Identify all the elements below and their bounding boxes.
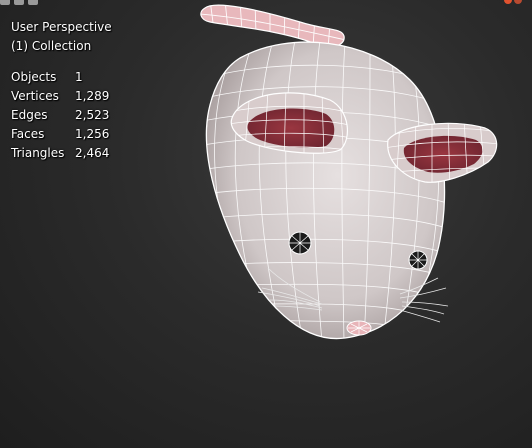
stat-label-triangles: Triangles xyxy=(11,146,65,160)
stat-label-faces: Faces xyxy=(11,127,45,141)
eye-left xyxy=(288,231,312,255)
stat-value-objects: 1 xyxy=(75,70,83,84)
stat-value-vertices: 1,289 xyxy=(75,89,110,103)
3d-viewport[interactable]: User Perspective (1) Collection Objects … xyxy=(0,0,532,448)
eye-right xyxy=(408,250,428,270)
collection-name: (1) Collection xyxy=(11,39,92,53)
stat-label-vertices: Vertices xyxy=(11,89,59,103)
viewport-info-overlay: User Perspective (1) Collection Objects … xyxy=(11,18,112,163)
stat-label-edges: Edges xyxy=(11,108,48,122)
head-mesh xyxy=(205,41,446,340)
stat-label-objects: Objects xyxy=(11,70,57,84)
stat-value-triangles: 2,464 xyxy=(75,146,110,160)
statistics-table: Objects 1 Vertices 1,289 Edges 2,523 Fac… xyxy=(11,68,112,163)
stat-value-faces: 1,256 xyxy=(75,127,110,141)
stat-value-edges: 2,523 xyxy=(75,108,110,122)
view-name: User Perspective xyxy=(11,20,112,34)
